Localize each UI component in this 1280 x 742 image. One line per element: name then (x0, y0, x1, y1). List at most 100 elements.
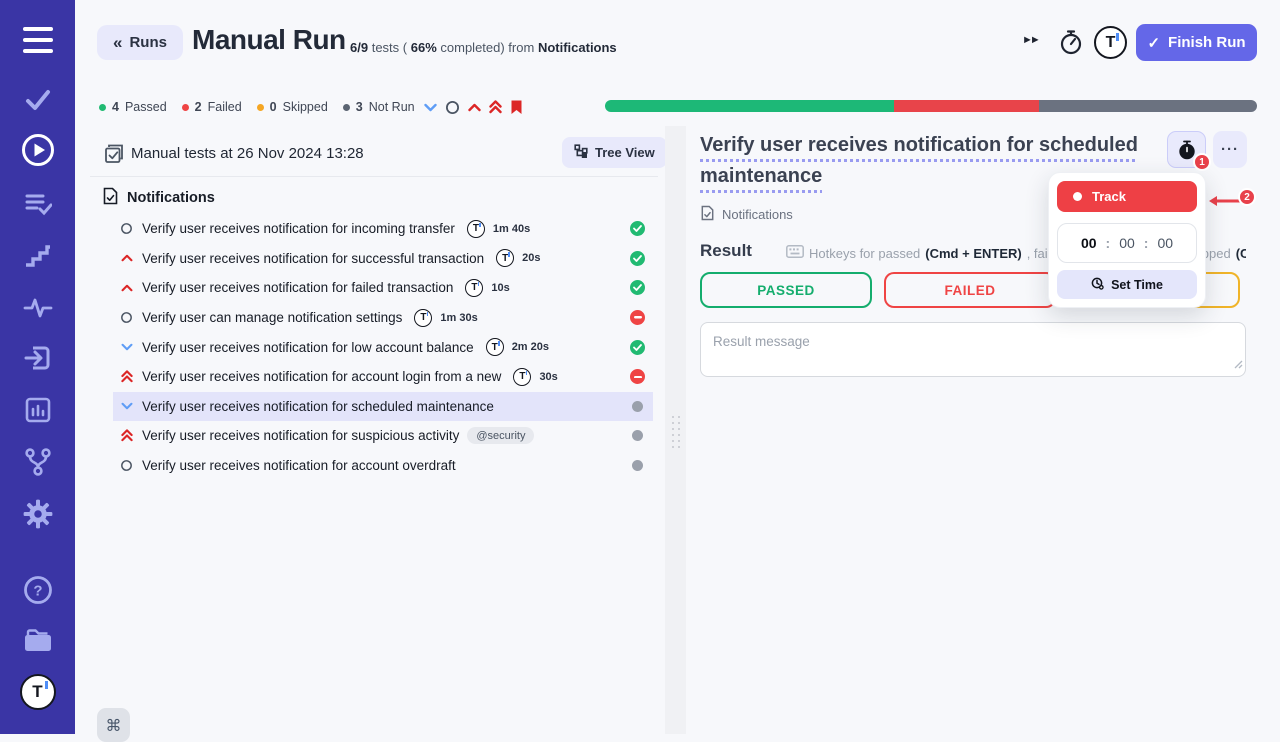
tests-ratio: 6/9 (350, 40, 368, 55)
annotation-badge-2: 2 (1238, 188, 1256, 206)
filter-critical-priority-icon[interactable] (489, 100, 502, 114)
test-title: Verify user receives notification for lo… (142, 340, 474, 355)
failed-button[interactable]: FAILED (884, 272, 1056, 308)
failed-badge-icon (630, 310, 645, 325)
stopwatch-header-icon[interactable] (1058, 29, 1084, 61)
milestones-steps-icon[interactable] (0, 243, 75, 269)
count-passed[interactable]: 4Passed (99, 100, 167, 114)
passed-badge-icon (630, 251, 645, 266)
back-icon: « (113, 33, 122, 53)
runs-play-icon[interactable] (0, 133, 75, 167)
test-tag: @security (467, 427, 534, 444)
help-icon[interactable]: ? (0, 575, 75, 605)
source-suite: Notifications (538, 40, 617, 55)
test-row[interactable]: Verify user receives notification for sc… (113, 392, 653, 422)
brand-logo[interactable]: T (0, 674, 75, 710)
status-dot (182, 104, 189, 111)
hotkeys-shortcut-button[interactable]: ⌘ (97, 708, 130, 742)
test-duration: 2m 20s (512, 341, 549, 353)
high-priority-icon (120, 284, 133, 292)
settings-gear-icon[interactable] (0, 499, 75, 529)
annotation-badge-1: 1 (1193, 153, 1211, 171)
result-message-wrap (700, 322, 1246, 377)
result-heading: Result (700, 241, 752, 261)
priority-filters (424, 99, 523, 115)
finish-run-button[interactable]: ✓ Finish Run (1136, 24, 1257, 61)
test-title: Verify user can manage notification sett… (142, 310, 402, 325)
panel-resize-handle[interactable] (665, 126, 686, 734)
test-row[interactable]: Verify user can manage notification sett… (113, 303, 653, 333)
track-button[interactable]: Track (1057, 181, 1197, 212)
not-run-badge-icon (632, 430, 643, 441)
fast-forward-icon[interactable]: ►► (1022, 34, 1038, 46)
normal-priority-icon (120, 459, 133, 472)
menu-icon[interactable] (0, 22, 75, 58)
automated-logo-icon: T (513, 368, 531, 386)
pulse-activity-icon[interactable] (0, 295, 75, 321)
test-title: Verify user receives notification for fa… (142, 280, 453, 295)
count-failed[interactable]: 2Failed (182, 100, 242, 114)
hours-field[interactable]: 00 (1081, 235, 1097, 251)
test-title: Verify user receives notification for ac… (142, 458, 456, 473)
status-dot (343, 104, 350, 111)
run-progress-summary: 6/9 tests ( 66% completed) from Notifica… (350, 40, 617, 55)
projects-folder-icon[interactable] (0, 627, 75, 655)
test-row[interactable]: Verify user receives notification for lo… (113, 332, 653, 362)
panel-divider (90, 176, 658, 177)
test-title: Verify user receives notification for sc… (142, 399, 494, 414)
filter-normal-priority-icon[interactable] (445, 100, 460, 115)
tests-check-icon[interactable] (0, 86, 75, 114)
seconds-field[interactable]: 00 (1157, 235, 1173, 251)
test-row[interactable]: Verify user receives notification for ac… (113, 362, 653, 392)
progress-segment (1039, 100, 1257, 112)
page-title: Manual Run (192, 24, 346, 56)
check-icon: ✓ (1147, 34, 1160, 52)
count-skipped[interactable]: 0Skipped (257, 100, 328, 114)
run-progress-bar (605, 100, 1257, 112)
minutes-field[interactable]: 00 (1119, 235, 1135, 251)
passed-badge-icon (630, 340, 645, 355)
progress-segment (894, 100, 1039, 112)
low-priority-icon (120, 402, 133, 410)
suite-document-icon (103, 187, 118, 209)
annotation-arrow (1206, 194, 1240, 212)
result-message-input[interactable] (700, 322, 1246, 377)
filter-low-priority-icon[interactable] (424, 103, 437, 112)
more-actions-button[interactable]: ··· (1213, 131, 1247, 168)
test-row[interactable]: Verify user receives notification for fa… (113, 273, 653, 303)
tree-view-icon (574, 144, 588, 161)
automated-logo-icon: T (486, 338, 504, 356)
detail-suite-breadcrumb[interactable]: Notifications (701, 205, 793, 224)
test-plans-icon[interactable] (0, 190, 75, 218)
critical-priority-icon (120, 429, 133, 442)
app-logo-icon[interactable]: T (1094, 26, 1127, 59)
passed-button[interactable]: PASSED (700, 272, 872, 308)
status-dot (99, 104, 106, 111)
suite-folder-row[interactable]: Notifications (103, 187, 215, 209)
test-row[interactable]: Verify user receives notification for su… (113, 244, 653, 274)
analytics-chart-icon[interactable] (0, 396, 75, 424)
test-row[interactable]: Verify user receives notification for ac… (113, 451, 653, 481)
test-duration: 10s (491, 282, 509, 294)
not-run-badge-icon (632, 401, 643, 412)
passed-badge-icon (630, 280, 645, 295)
svg-text:?: ? (33, 583, 42, 600)
app-root: ? T « Runs Manual Run 6/9 tests ( 66% co… (0, 0, 1280, 734)
test-row[interactable]: Verify user receives notification for su… (113, 421, 653, 451)
branches-icon[interactable] (0, 447, 75, 477)
tree-view-button[interactable]: Tree View (562, 137, 667, 168)
back-to-runs-button[interactable]: « Runs (97, 25, 183, 60)
test-row[interactable]: Verify user receives notification for in… (113, 214, 653, 244)
import-icon[interactable] (0, 343, 75, 373)
sidebar: ? T (0, 0, 75, 734)
set-time-button[interactable]: Set Time (1057, 270, 1197, 299)
test-duration: 20s (522, 252, 540, 264)
timer-popup: Track 00 : 00 : 00 Set Time (1048, 172, 1206, 308)
filter-high-priority-icon[interactable] (468, 103, 481, 112)
count-not-run[interactable]: 3Not Run (343, 100, 415, 114)
filter-bookmark-icon[interactable] (510, 99, 523, 115)
test-duration: 1m 40s (493, 223, 530, 235)
test-title: Verify user receives notification for ac… (142, 369, 501, 384)
run-checklist-icon (104, 143, 125, 169)
record-dot-icon (1073, 192, 1082, 201)
